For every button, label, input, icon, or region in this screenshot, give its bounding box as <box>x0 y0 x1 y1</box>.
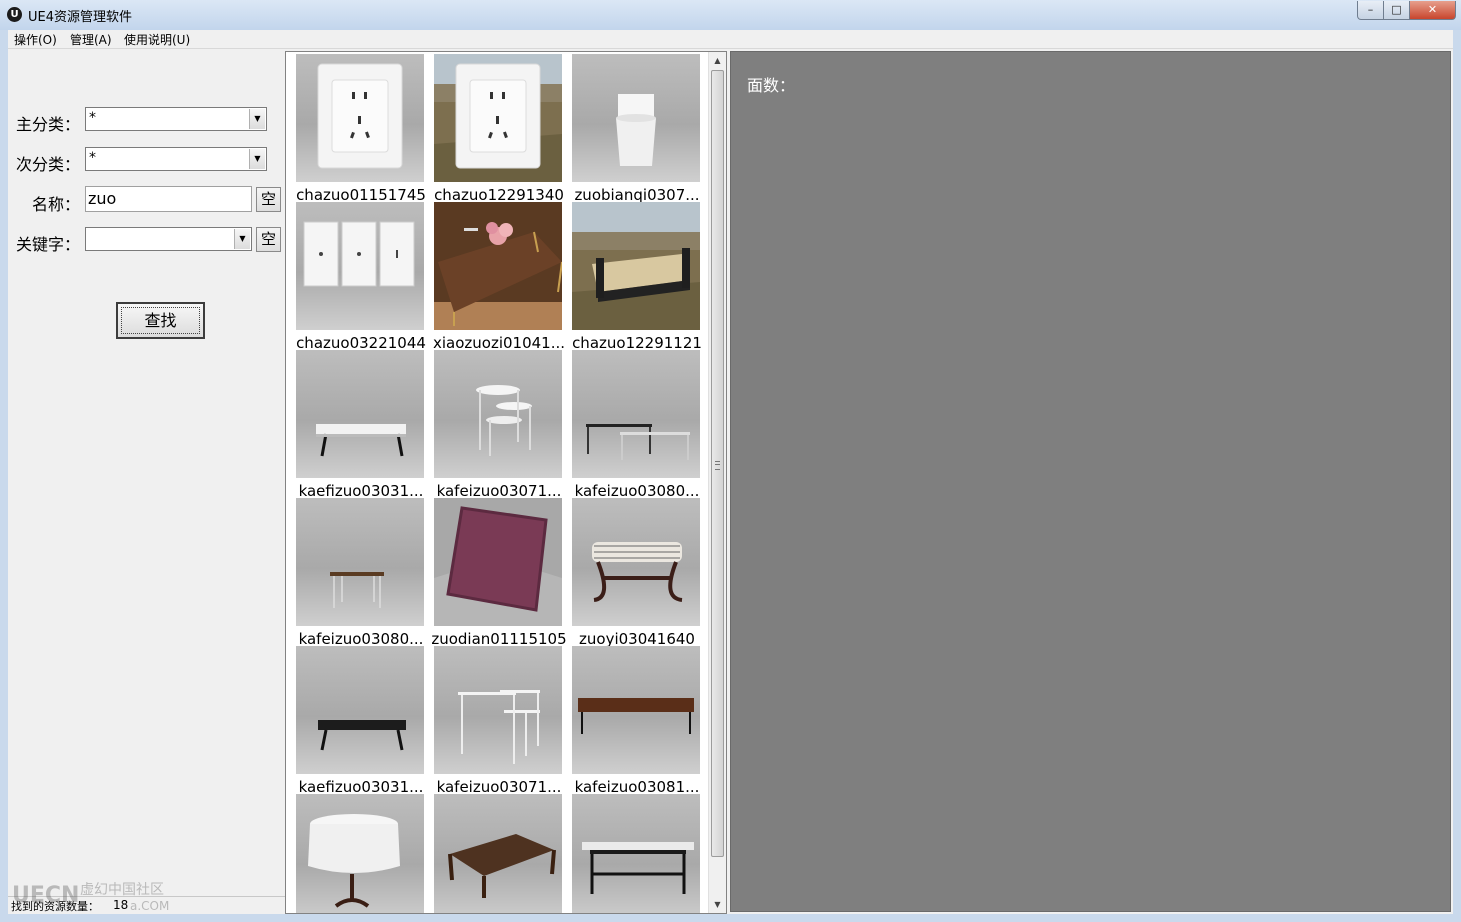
asset-thumbnail[interactable] <box>430 794 568 913</box>
asset-thumbnail[interactable]: chazuo03221044 <box>292 202 430 352</box>
asset-thumbnail[interactable]: kafeizuo03071... <box>430 350 568 500</box>
asset-preview-image[interactable] <box>572 350 700 478</box>
asset-thumbnail[interactable]: kafeizuo03071... <box>430 646 568 796</box>
filter-panel: 主分类： * ▼ 次分类： * ▼ 名称： zuo 空 关键字： ▼ 空 查找 … <box>8 49 285 914</box>
asset-thumbnail[interactable]: kafeizuo03080... <box>568 350 706 500</box>
name-label: 名称： <box>31 195 80 214</box>
asset-preview-image[interactable] <box>572 498 700 626</box>
found-count-label: 找到的资源数量： <box>11 900 99 913</box>
chevron-down-icon[interactable]: ▼ <box>249 149 265 169</box>
asset-thumbnail[interactable]: kafeizuo03080... <box>292 498 430 648</box>
chevron-down-icon[interactable]: ▼ <box>234 229 250 249</box>
scroll-down-icon[interactable]: ▼ <box>709 896 726 913</box>
asset-thumbnail[interactable]: kafeizuo03081... <box>568 646 706 796</box>
minimize-icon[interactable]: – <box>1357 1 1384 20</box>
name-input[interactable]: zuo <box>85 186 252 212</box>
menu-bar: 操作(O) 管理(A) 使用说明(U) <box>8 30 1453 49</box>
asset-preview-image[interactable] <box>296 54 424 182</box>
asset-thumbnail-list[interactable]: chazuo01151745 chazuo12291340 zuobianqi030… <box>285 51 727 914</box>
window-controls: – □ ✕ <box>1357 1 1456 20</box>
client-area: 主分类： * ▼ 次分类： * ▼ 名称： zuo 空 关键字： ▼ 空 查找 … <box>8 49 1453 914</box>
asset-preview-image[interactable] <box>572 646 700 774</box>
asset-preview-image[interactable] <box>572 54 700 182</box>
window-title: UE4资源管理软件 <box>28 10 133 25</box>
title-bar: U UE4资源管理软件 – □ ✕ <box>0 0 1461 30</box>
asset-preview-image[interactable] <box>434 794 562 913</box>
asset-thumbnail[interactable]: kaefizuo03031... <box>292 350 430 500</box>
asset-preview-image[interactable] <box>296 794 424 913</box>
sub-category-label: 次分类： <box>15 155 80 174</box>
menu-manage[interactable]: 管理(A) <box>70 31 112 48</box>
asset-preview-image[interactable] <box>296 350 424 478</box>
asset-preview-image[interactable] <box>572 794 700 913</box>
keyword-select[interactable]: ▼ <box>85 227 252 251</box>
menu-operate[interactable]: 操作(O) <box>14 31 57 48</box>
asset-thumbnail[interactable]: zuobianqi0307... <box>568 54 706 204</box>
asset-thumbnail[interactable] <box>292 794 430 913</box>
asset-thumbnail[interactable]: xiaozuozi01041... <box>430 202 568 352</box>
clear-keyword-button[interactable]: 空 <box>256 227 281 252</box>
asset-thumbnail[interactable]: chazuo01151745 <box>292 54 430 204</box>
sub-category-value: * <box>89 150 96 166</box>
thumbnail-grid: chazuo01151745 chazuo12291340 zuobianqi030… <box>292 54 706 913</box>
asset-preview-image[interactable] <box>296 202 424 330</box>
asset-thumbnail[interactable]: chazuo12291340 <box>430 54 568 204</box>
asset-preview-image[interactable] <box>434 202 562 330</box>
maximize-icon[interactable]: □ <box>1384 1 1410 20</box>
scroll-up-icon[interactable]: ▲ <box>709 52 726 69</box>
unreal-logo-icon: U <box>7 7 22 22</box>
found-count-value: 18 <box>113 898 129 912</box>
asset-thumbnail[interactable]: kaefizuo03031... <box>292 646 430 796</box>
chevron-down-icon[interactable]: ▼ <box>249 109 265 129</box>
asset-preview-image[interactable] <box>434 54 562 182</box>
asset-preview-image[interactable] <box>434 350 562 478</box>
asset-thumbnail[interactable] <box>568 794 706 913</box>
sub-category-select[interactable]: * ▼ <box>85 147 267 171</box>
keyword-label: 关键字： <box>15 235 80 254</box>
asset-thumbnail[interactable]: zuodian01115105 <box>430 498 568 648</box>
model-preview-viewport[interactable]: 面数： <box>730 51 1451 912</box>
status-bar: 找到的资源数量： 18 <box>8 896 285 915</box>
main-category-label: 主分类： <box>15 115 80 134</box>
menu-help[interactable]: 使用说明(U) <box>124 31 190 48</box>
close-icon[interactable]: ✕ <box>1410 1 1456 20</box>
main-category-value: * <box>89 110 96 126</box>
clear-name-button[interactable]: 空 <box>256 187 281 212</box>
asset-preview-image[interactable] <box>434 646 562 774</box>
asset-preview-image[interactable] <box>296 498 424 626</box>
face-count-label: 面数： <box>747 76 796 95</box>
asset-preview-image[interactable] <box>572 202 700 330</box>
asset-preview-image[interactable] <box>434 498 562 626</box>
asset-thumbnail[interactable]: zuoyi03041640 <box>568 498 706 648</box>
asset-thumbnail[interactable]: chazuo12291121 <box>568 202 706 352</box>
main-category-select[interactable]: * ▼ <box>85 107 267 131</box>
asset-preview-image[interactable] <box>296 646 424 774</box>
vertical-scrollbar[interactable]: ▲ ▼ <box>708 52 726 913</box>
scrollbar-thumb[interactable] <box>711 70 724 857</box>
search-button[interactable]: 查找 <box>116 302 205 339</box>
